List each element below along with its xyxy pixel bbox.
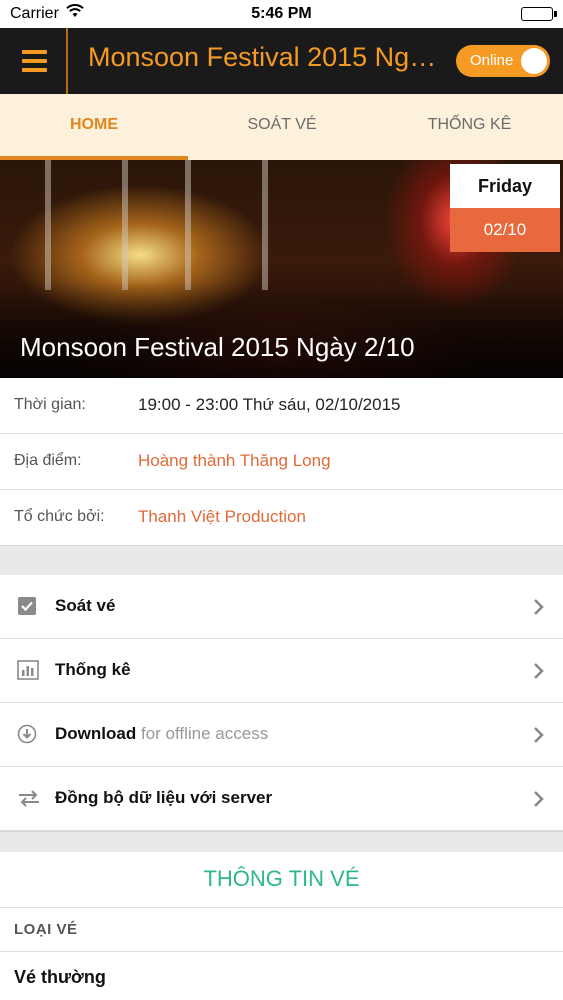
info-label: Tổ chức bởi: (14, 508, 105, 525)
info-value: 19:00 - 23:00 Thứ sáu, 02/10/2015 (138, 395, 401, 414)
status-time: 5:46 PM (251, 5, 312, 22)
badge-day: Friday (450, 164, 560, 208)
nav-title: Monsoon Festival 2015 Ngày ... (88, 42, 450, 72)
chevron-right-icon (531, 661, 547, 681)
nav-bar: Monsoon Festival 2015 Ngày ... Online (0, 28, 563, 94)
checkbox-icon (17, 596, 37, 616)
tab-soat-ve[interactable]: SOÁT VÉ (188, 94, 376, 160)
location-link[interactable]: Hoàng thành Thăng Long (138, 451, 331, 471)
download-sublabel: for offline access (140, 724, 269, 743)
info-label: Địa điểm: (14, 452, 82, 469)
sync-icon (17, 788, 41, 808)
menu-item-label: Soát vé (55, 596, 116, 615)
tab-home[interactable]: HOME (0, 94, 188, 160)
download-label: Download (55, 724, 137, 743)
ticket-info-title: THÔNG TIN VÉ (0, 852, 563, 908)
download-icon (17, 724, 37, 744)
bar-chart-icon (17, 660, 39, 680)
ticket-type-header: LOẠI VÉ (14, 921, 78, 938)
info-row-time: Thời gian: 19:00 - 23:00 Thứ sáu, 02/10/… (0, 378, 563, 434)
menu-item-soat-ve[interactable]: Soát vé (0, 575, 563, 639)
menu-item-sync[interactable]: Đồng bộ dữ liệu với server (0, 767, 563, 831)
chevron-right-icon (531, 725, 547, 745)
menu-item-download[interactable]: Download for offline access (0, 703, 563, 767)
section-divider (0, 831, 563, 852)
battery-icon (521, 7, 557, 21)
chevron-right-icon (531, 789, 547, 809)
online-toggle[interactable]: Online (456, 45, 550, 77)
online-toggle-label: Online (470, 52, 514, 69)
ticket-type-name: Vé thường (14, 967, 106, 987)
tab-thong-ke[interactable]: THỐNG KÊ (376, 94, 563, 160)
section-divider (0, 545, 563, 575)
menu-item-label: Đồng bộ dữ liệu với server (55, 788, 273, 807)
info-label: Thời gian: (14, 396, 86, 413)
event-title: Monsoon Festival 2015 Ngày 2/10 (20, 332, 415, 362)
menu-item-label: Download for offline access (55, 724, 268, 744)
tab-bar: HOME SOÁT VÉ THỐNG KÊ (0, 94, 563, 160)
ticket-type-row[interactable]: Vé thường (0, 951, 563, 1000)
menu-item-thong-ke[interactable]: Thống kê (0, 639, 563, 703)
chevron-right-icon (531, 597, 547, 617)
hamburger-menu-button[interactable] (0, 28, 68, 94)
badge-date: 02/10 (450, 208, 560, 252)
info-row-location[interactable]: Địa điểm: Hoàng thành Thăng Long (0, 434, 563, 490)
info-row-organizer[interactable]: Tổ chức bởi: Thanh Việt Production (0, 490, 563, 546)
status-bar: Carrier 5:46 PM (0, 0, 563, 28)
toggle-knob (521, 48, 547, 74)
date-badge: Friday 02/10 (450, 164, 560, 252)
organizer-link[interactable]: Thanh Việt Production (138, 507, 306, 527)
menu-item-label: Thống kê (55, 660, 131, 679)
